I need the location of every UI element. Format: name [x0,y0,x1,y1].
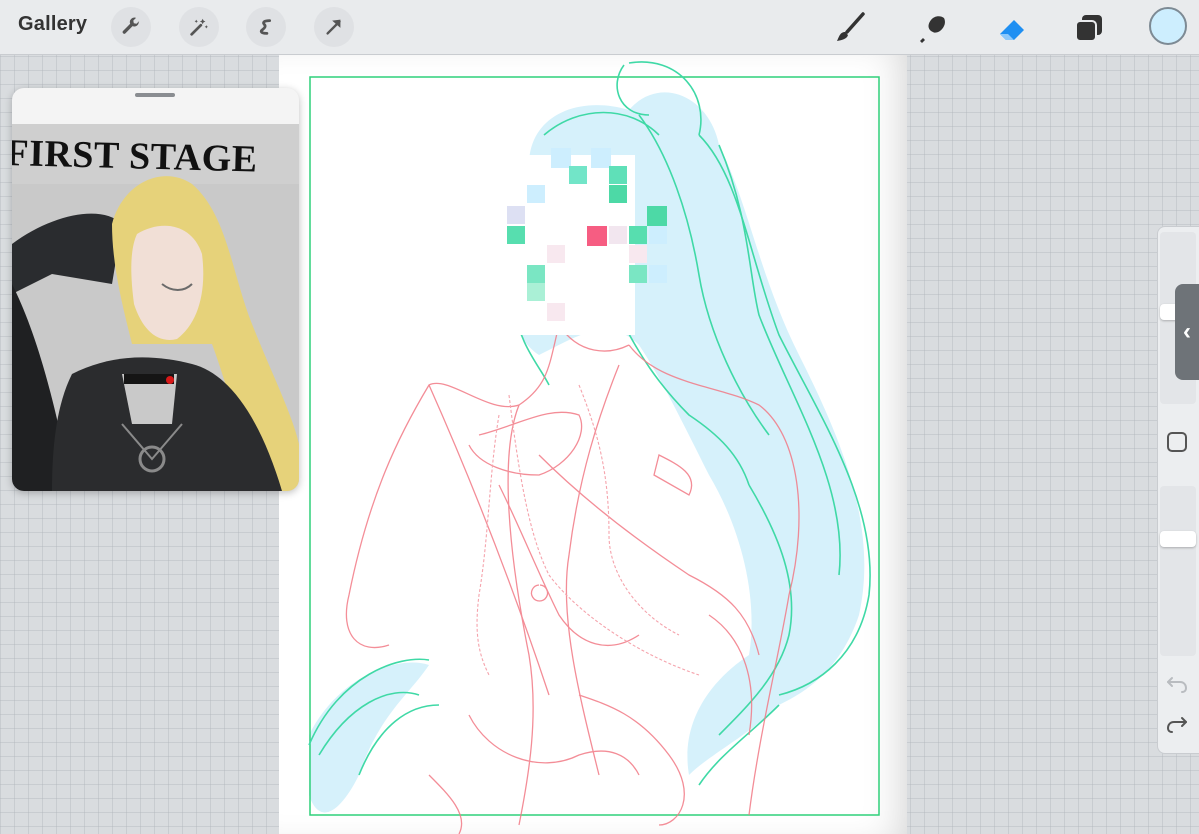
redo-button[interactable] [1164,713,1190,735]
reference-window[interactable]: FIRST STAGE [12,88,299,491]
reference-image: FIRST STAGE [12,124,299,491]
brush-icon [837,12,865,41]
top-toolbar: Gallery [0,0,1199,55]
hair-tail-fill [309,662,429,813]
redo-icon [1166,717,1187,733]
opacity-slider[interactable] [1160,486,1196,656]
color-picker-button[interactable] [1149,7,1187,45]
adjustments-button[interactable] [179,7,219,47]
wrench-icon [122,17,140,34]
undo-icon [1167,677,1188,693]
smudge-tool-button[interactable] [909,6,953,50]
brush-tool-button[interactable] [829,6,873,50]
layers-button[interactable] [1067,6,1111,50]
chevron-left-icon: ‹ [1183,318,1191,345]
reference-window-handle[interactable] [135,93,175,97]
eraser-icon [1000,20,1024,40]
reference-illustration [12,176,299,491]
selection-button[interactable] [246,7,286,47]
undo-button[interactable] [1164,673,1190,695]
sketch-artwork [308,61,880,834]
layers-icon [1075,15,1102,42]
magic-wand-icon [190,18,208,36]
selection-icon [259,19,272,35]
modify-button[interactable] [1167,432,1187,452]
drawing-canvas[interactable] [279,55,907,834]
sidebar-collapse-tab[interactable]: ‹ [1175,284,1199,380]
transform-arrow-icon [326,19,341,35]
gallery-button[interactable]: Gallery [18,13,87,36]
opacity-slider-thumb[interactable] [1160,531,1196,547]
smudge-icon [920,16,945,43]
eraser-tool-button[interactable] [990,6,1034,50]
actions-wrench-button[interactable] [111,7,151,47]
transform-button[interactable] [314,7,354,47]
